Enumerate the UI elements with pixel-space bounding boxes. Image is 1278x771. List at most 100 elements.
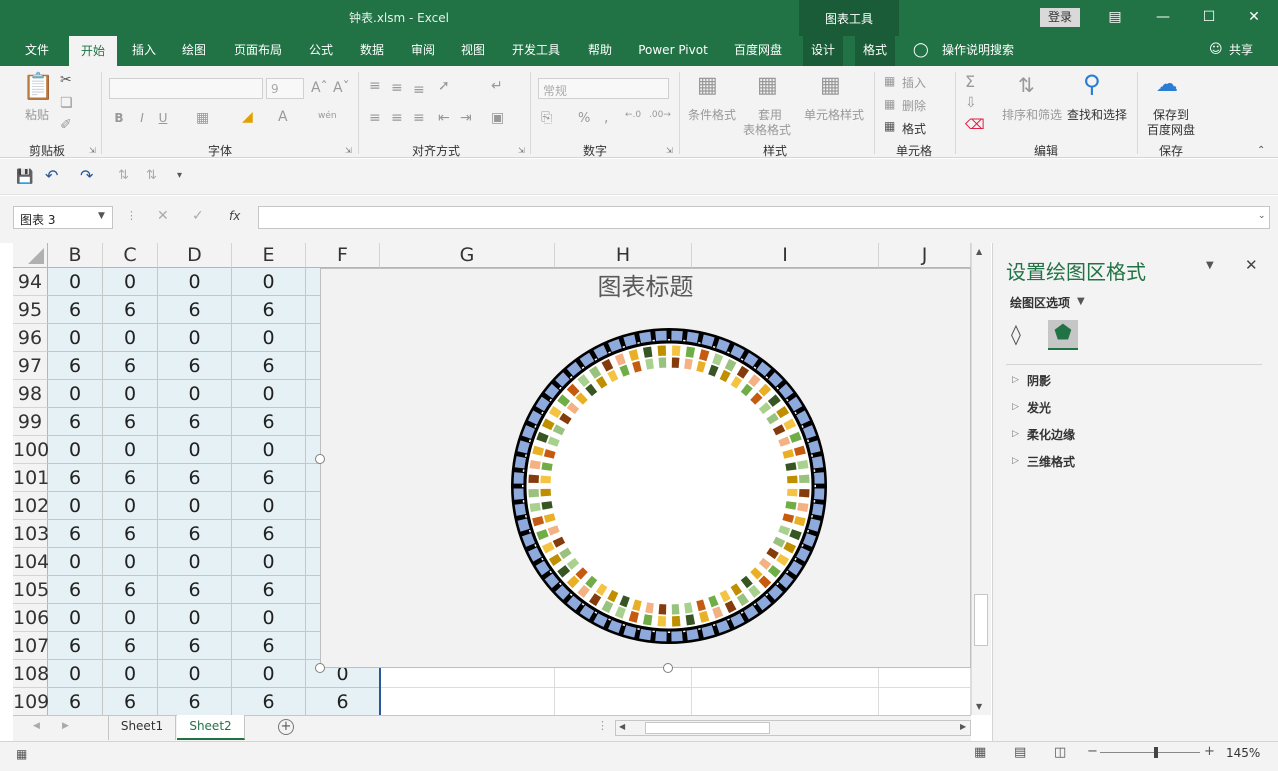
insert-cells-button[interactable]: 插入 bbox=[902, 74, 926, 91]
tab-help[interactable]: 帮助 bbox=[578, 36, 622, 66]
expand-arrow-icon[interactable]: ▷ bbox=[1012, 456, 1019, 466]
login-button[interactable]: 登录 bbox=[1040, 8, 1080, 27]
column-header-c[interactable]: C bbox=[103, 243, 158, 268]
cell[interactable]: 6 bbox=[103, 408, 158, 436]
color-ring-segment[interactable] bbox=[786, 474, 799, 485]
color-ring-segment[interactable] bbox=[641, 613, 654, 627]
tab-data[interactable]: 数据 bbox=[350, 36, 394, 66]
dialog-launcher-icon[interactable]: ⇲ bbox=[518, 146, 525, 155]
cell[interactable]: 6 bbox=[306, 688, 380, 716]
format-as-table-line2[interactable]: 表格格式 bbox=[737, 121, 797, 138]
page-break-view-icon[interactable]: ◫ bbox=[1054, 745, 1066, 760]
soft-edges-section[interactable]: 柔化边缘 bbox=[1027, 426, 1075, 443]
phonetic-guide-button[interactable]: wén bbox=[318, 111, 337, 121]
pane-close-icon[interactable]: ✕ bbox=[1245, 256, 1258, 274]
maximize-icon[interactable]: ☐ bbox=[1195, 6, 1223, 28]
next-sheet-icon[interactable]: ▶ bbox=[62, 721, 69, 731]
add-sheet-icon[interactable]: + bbox=[278, 719, 294, 735]
vertical-scroll-thumb[interactable] bbox=[974, 594, 988, 646]
increase-indent-icon[interactable]: ⇥ bbox=[460, 110, 472, 126]
format-cells-button[interactable]: 格式 bbox=[902, 120, 926, 137]
increase-decimal-icon[interactable]: ←.0 bbox=[625, 110, 641, 120]
clock-doughnut-chart[interactable] bbox=[321, 269, 972, 669]
cell[interactable]: 0 bbox=[158, 660, 232, 688]
align-bottom-icon[interactable]: ≡ bbox=[413, 82, 425, 98]
outer-ring-segment[interactable] bbox=[512, 470, 526, 485]
customize-qat-icon[interactable]: ▾ bbox=[177, 170, 182, 181]
color-ring-segment[interactable] bbox=[527, 488, 540, 499]
sheet-tab-sheet1[interactable]: Sheet1 bbox=[108, 715, 176, 740]
zoom-level[interactable]: 145% bbox=[1226, 746, 1260, 760]
cell[interactable]: 0 bbox=[103, 604, 158, 632]
cell[interactable]: 6 bbox=[103, 352, 158, 380]
decrease-decimal-icon[interactable]: .00→ bbox=[649, 110, 671, 120]
tell-me-search[interactable]: 操作说明搜索 bbox=[938, 36, 1018, 66]
cell[interactable]: 6 bbox=[103, 296, 158, 324]
cell[interactable]: 0 bbox=[232, 436, 306, 464]
format-cells-icon[interactable]: ▦ bbox=[884, 119, 895, 133]
cell[interactable]: 6 bbox=[158, 520, 232, 548]
tab-home[interactable]: 开始 bbox=[69, 36, 117, 66]
column-header-b[interactable]: B bbox=[48, 243, 103, 268]
delete-cells-button[interactable]: 删除 bbox=[902, 97, 926, 114]
tab-split-icon[interactable]: ⋮ bbox=[597, 719, 608, 732]
cell[interactable]: 6 bbox=[48, 352, 103, 380]
accounting-format-icon[interactable]: ⎘ bbox=[541, 110, 552, 126]
tab-baidu-netdisk[interactable]: 百度网盘 bbox=[727, 36, 789, 66]
expand-formula-icon[interactable]: ⌄ bbox=[1258, 211, 1266, 221]
cell[interactable]: 0 bbox=[232, 604, 306, 632]
macro-record-icon[interactable]: ▦ bbox=[16, 747, 27, 761]
minimize-icon[interactable]: — bbox=[1149, 6, 1177, 28]
color-ring-segment[interactable] bbox=[539, 487, 552, 498]
scroll-up-icon[interactable]: ▲ bbox=[976, 247, 982, 256]
color-ring-segment[interactable] bbox=[798, 473, 811, 484]
align-top-icon[interactable]: ≡ bbox=[369, 78, 381, 94]
number-format-select[interactable]: 常规 bbox=[538, 78, 669, 99]
color-ring-segment[interactable] bbox=[670, 603, 681, 616]
cell[interactable]: 0 bbox=[158, 324, 232, 352]
tab-page-layout[interactable]: 页面布局 bbox=[226, 36, 290, 66]
color-ring-segment[interactable] bbox=[528, 501, 542, 514]
tab-formulas[interactable]: 公式 bbox=[299, 36, 343, 66]
share-button[interactable]: 共享 bbox=[1226, 36, 1256, 66]
column-header-d[interactable]: D bbox=[158, 243, 232, 268]
cell[interactable]: 6 bbox=[158, 688, 232, 716]
cell[interactable]: 0 bbox=[158, 380, 232, 408]
cell[interactable]: 6 bbox=[48, 576, 103, 604]
paste-icon[interactable]: 📋 bbox=[22, 72, 54, 104]
color-ring-segment[interactable] bbox=[540, 461, 554, 472]
cell[interactable]: 0 bbox=[232, 324, 306, 352]
fill-color-icon[interactable]: ◢ bbox=[242, 109, 253, 125]
row-header[interactable]: 103 bbox=[13, 520, 49, 548]
cell[interactable]: 0 bbox=[103, 324, 158, 352]
cell[interactable]: 0 bbox=[232, 548, 306, 576]
cell[interactable]: 0 bbox=[103, 492, 158, 520]
row-header[interactable]: 101 bbox=[13, 464, 49, 492]
cell[interactable]: 0 bbox=[158, 268, 232, 296]
cell[interactable] bbox=[380, 688, 555, 716]
row-header[interactable]: 94 bbox=[13, 268, 48, 296]
find-select-icon[interactable]: ⚲ bbox=[1083, 70, 1101, 98]
resize-handle[interactable] bbox=[315, 663, 325, 673]
color-ring-segment[interactable] bbox=[670, 356, 681, 369]
effects-tab[interactable]: ⬟ bbox=[1048, 320, 1078, 350]
color-ring-segment[interactable] bbox=[528, 458, 542, 471]
row-header[interactable]: 97 bbox=[13, 352, 48, 380]
save-icon[interactable]: 💾 bbox=[16, 169, 33, 185]
sort-filter-icon[interactable]: ⇅ bbox=[1018, 73, 1035, 97]
prev-sheet-icon[interactable]: ◀ bbox=[33, 721, 40, 731]
bold-button[interactable]: B bbox=[113, 111, 125, 125]
cell[interactable] bbox=[692, 688, 879, 716]
scroll-right-icon[interactable]: ▶ bbox=[960, 722, 966, 731]
sort-filter-button[interactable]: 排序和筛选 bbox=[1000, 106, 1064, 123]
scroll-left-icon[interactable]: ◀ bbox=[619, 722, 625, 731]
insert-cells-icon[interactable]: ▦ bbox=[884, 74, 895, 88]
cell-styles-icon[interactable]: ▦ bbox=[820, 73, 841, 98]
tab-chart-format[interactable]: 格式 bbox=[855, 36, 895, 66]
borders-icon[interactable]: ▦ bbox=[196, 110, 209, 126]
expand-arrow-icon[interactable]: ▷ bbox=[1012, 375, 1019, 385]
cell[interactable] bbox=[555, 688, 692, 716]
color-ring-segment[interactable] bbox=[644, 357, 655, 371]
name-box-dropdown-icon[interactable]: ▼ bbox=[98, 211, 105, 221]
font-size-select[interactable]: 9 bbox=[266, 78, 304, 99]
